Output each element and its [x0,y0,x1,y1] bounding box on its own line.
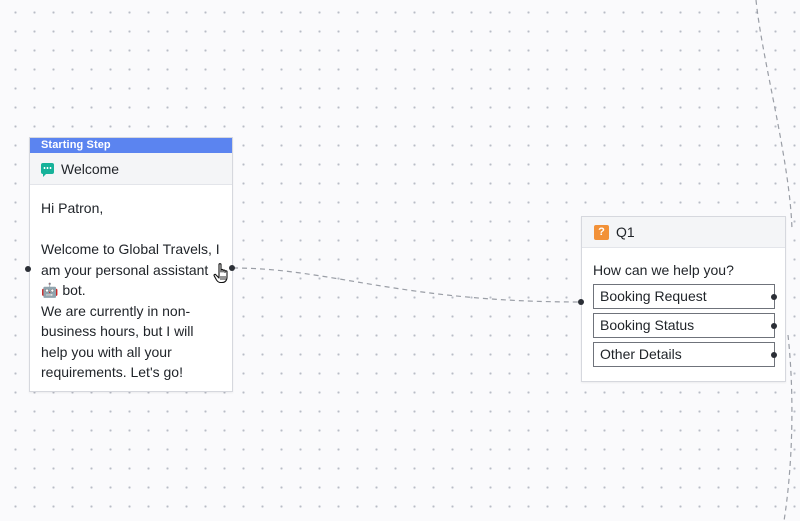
chat-bubble-icon [41,163,54,177]
edge-welcome-to-q1[interactable] [232,267,581,303]
welcome-input-port[interactable] [25,266,31,272]
option-output-port[interactable] [771,294,777,300]
option-label: Booking Request [600,288,707,304]
starting-step-badge: Starting Step [30,138,232,153]
option-output-port[interactable] [771,323,777,329]
q1-question-text: How can we help you? [593,262,734,278]
flow-canvas[interactable]: Starting Step Welcome Hi Patron, Welcome… [0,0,800,521]
q1-options-list: Booking Request Booking Status Other Det… [582,278,785,367]
welcome-node-header[interactable]: Welcome [30,153,232,185]
q1-node-title: Q1 [616,224,635,240]
option-output-port[interactable] [771,352,777,358]
option-other-details[interactable]: Other Details [593,342,777,367]
welcome-message-node[interactable]: Starting Step Welcome Hi Patron, Welcome… [29,137,233,392]
edge-offscreen-top[interactable] [755,0,793,231]
option-label: Other Details [600,346,682,362]
q1-node-header[interactable]: ? Q1 [582,217,785,248]
hand-pointer-icon [213,263,228,284]
option-booking-request[interactable]: Booking Request [593,284,777,309]
welcome-node-title: Welcome [61,160,120,177]
question-node-q1[interactable]: ? Q1 How can we help you? Booking Reques… [581,216,786,382]
question-mark-icon: ? [594,224,609,240]
option-booking-status[interactable]: Booking Status [593,313,777,338]
welcome-message-text: Hi Patron, Welcome to Global Travels, I … [41,200,220,380]
q1-input-port[interactable] [578,299,584,305]
option-label: Booking Status [600,317,695,333]
